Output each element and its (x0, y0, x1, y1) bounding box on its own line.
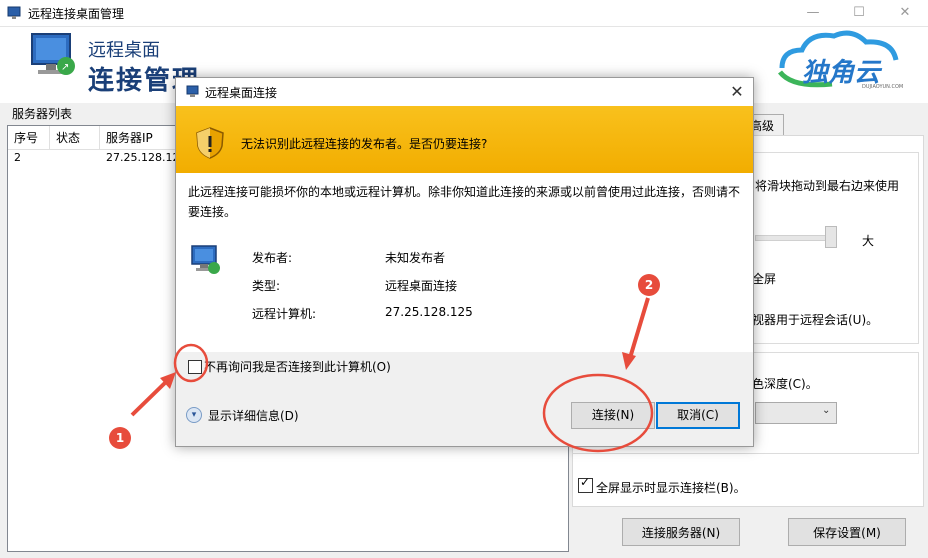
annotation-badge-1: 1 (109, 427, 131, 449)
annotation-arrow-1 (130, 378, 170, 417)
annotation-circle-checkbox (173, 343, 209, 383)
annotation-circle-connect (542, 373, 654, 453)
annotation-badge-2: 2 (638, 274, 660, 296)
annotation-overlay (130, 297, 654, 453)
annotation-arrowhead-2 (622, 352, 636, 370)
annotation-arrow-2 (628, 297, 650, 359)
